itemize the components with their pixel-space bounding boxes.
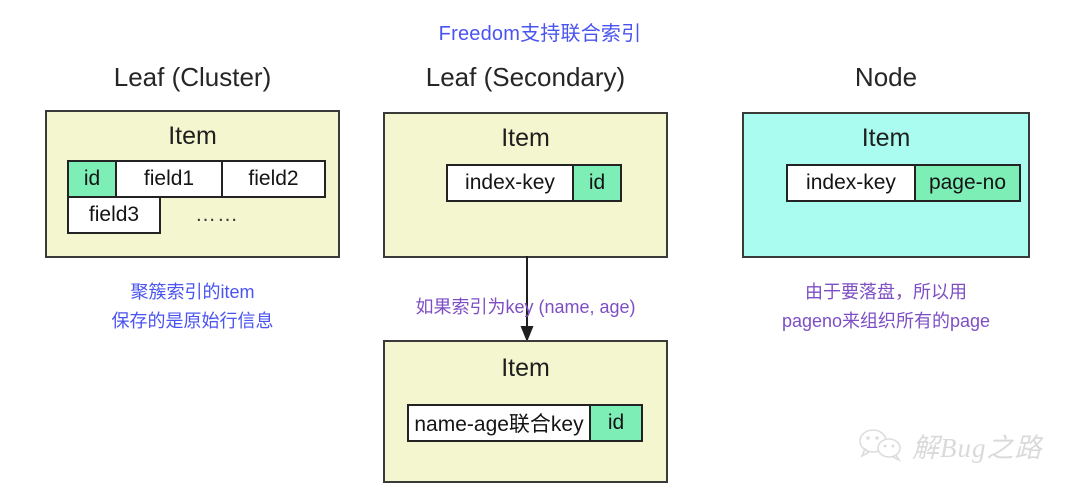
cell-index-key: index-key [446,164,574,202]
diagram-canvas: Freedom支持联合索引 Leaf (Cluster) Item id fie… [0,0,1080,501]
cluster-cell-row-1: id field1 field2 [67,160,326,198]
cell-ellipsis: …… [195,203,239,226]
leaf-cluster-box: Item id field1 field2 field3 …… [45,110,340,258]
leaf-secondary-box: Item index-key id [383,112,668,258]
node-box: Item index-key page-no [742,112,1030,258]
column-title-node: Node [854,62,918,92]
caption-node: 由于要落盘，所以用 pageno来组织所有的page [742,278,1030,336]
secondary-cell-row: index-key id [446,164,622,202]
cell-field3: field3 [67,196,161,234]
item-label-cluster: Item [168,122,217,150]
caption-leaf-secondary: 如果索引为key (name, age) [343,293,708,322]
cell-index-key: index-key [786,164,916,202]
watermark: 解Bug之路 [858,421,1058,469]
node-cell-row: index-key page-no [786,164,1021,202]
caption-leaf-cluster-line1: 聚簇索引的item [130,282,255,302]
composite-cell-row: name-age联合key id [407,404,643,442]
caption-node-line1: 由于要落盘，所以用 [805,282,967,302]
column-title-leaf-secondary: Leaf (Secondary) [425,62,626,92]
caption-node-line2: pageno来组织所有的page [781,311,991,331]
cell-id: id [572,164,622,202]
caption-leaf-cluster: 聚簇索引的item 保存的是原始行信息 [45,278,340,336]
cluster-cell-row-2: field3 …… [67,196,239,234]
diagram-headline: Freedom支持联合索引 [438,23,642,45]
cell-id: id [67,160,117,198]
column-title-leaf-cluster: Leaf (Cluster) [113,62,272,92]
cell-field1: field1 [115,160,223,198]
wechat-icon [859,429,902,462]
item-label-node: Item [861,124,911,152]
cell-page-no: page-no [914,164,1021,202]
item-label-secondary: Item [501,124,550,152]
composite-index-box: Item name-age联合key id [383,340,668,483]
cell-field2: field2 [221,160,326,198]
item-label-composite: Item [501,354,550,382]
cell-id: id [589,404,643,442]
cell-name-age-composite-key: name-age联合key [407,404,591,442]
caption-leaf-cluster-line2: 保存的是原始行信息 [111,311,274,331]
watermark-text: 解Bug之路 [912,432,1043,463]
caption-leaf-secondary-line1: 如果索引为key (name, age) [415,297,636,317]
